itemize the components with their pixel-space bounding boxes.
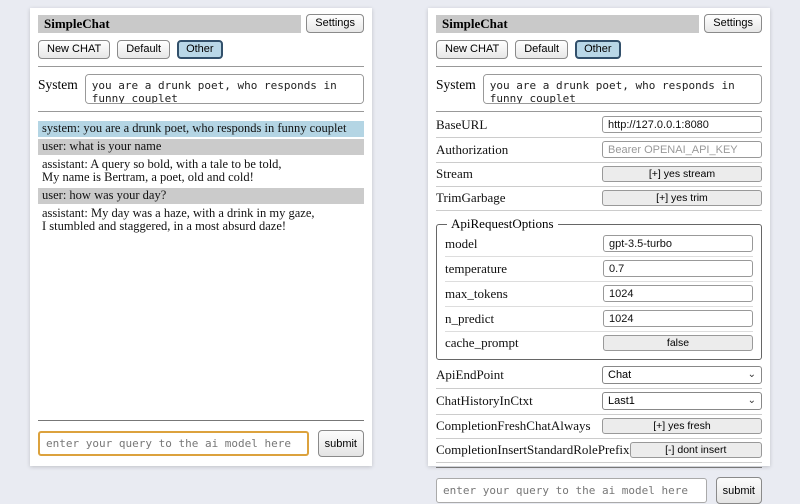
- divider: [38, 111, 364, 112]
- system-prompt-row: System you are a drunk poet, who respond…: [436, 74, 762, 104]
- chat-message-assistant: assistant: A query so bold, with a tale …: [38, 157, 364, 186]
- api-endpoint-selected-value: Chat: [608, 369, 631, 381]
- new-chat-button[interactable]: New CHAT: [436, 40, 508, 59]
- api-request-options-fieldset: ApiRequestOptions model temperature max_…: [436, 216, 762, 360]
- setting-row-completion-insert: CompletionInsertStandardRolePrefix [-] d…: [436, 439, 762, 463]
- chat-panel: SimpleChat Settings New CHAT Default Oth…: [30, 8, 372, 466]
- system-label: System: [38, 74, 78, 93]
- temperature-input[interactable]: [603, 260, 753, 277]
- setting-row-chat-history: ChatHistoryInCtxt Last1 ⌄: [436, 389, 762, 415]
- setting-row-stream: Stream [+] yes stream: [436, 163, 762, 187]
- trimgarbage-toggle-button[interactable]: [+] yes trim: [602, 190, 762, 206]
- settings-panel: SimpleChat Settings New CHAT Default Oth…: [428, 8, 770, 466]
- system-prompt-row: System you are a drunk poet, who respond…: [38, 74, 364, 104]
- new-chat-button[interactable]: New CHAT: [38, 40, 110, 59]
- baseurl-label: BaseURL: [436, 117, 487, 133]
- query-input[interactable]: [38, 431, 309, 456]
- chat-session-tabs: New CHAT Default Other: [436, 40, 762, 59]
- system-label: System: [436, 74, 476, 93]
- completion-fresh-label: CompletionFreshChatAlways: [436, 418, 591, 434]
- chat-history-select[interactable]: Last1 ⌄: [602, 392, 762, 410]
- setting-row-authorization: Authorization: [436, 138, 762, 163]
- chat-history-selected-value: Last1: [608, 395, 635, 407]
- n-predict-input[interactable]: [603, 310, 753, 327]
- setting-row-completion-fresh: CompletionFreshChatAlways [+] yes fresh: [436, 415, 762, 439]
- completion-insert-label: CompletionInsertStandardRolePrefix: [436, 442, 630, 458]
- api-request-options-legend: ApiRequestOptions: [447, 216, 558, 232]
- divider: [436, 111, 762, 112]
- system-prompt-textarea[interactable]: you are a drunk poet, who responds in fu…: [85, 74, 364, 104]
- temperature-label: temperature: [445, 261, 507, 277]
- baseurl-input[interactable]: [602, 116, 762, 133]
- cache-prompt-toggle-button[interactable]: false: [603, 335, 753, 351]
- setting-row-model: model: [445, 232, 753, 257]
- completion-insert-toggle-button[interactable]: [-] dont insert: [630, 442, 762, 458]
- tab-other[interactable]: Other: [177, 40, 223, 59]
- chevron-down-icon: ⌄: [748, 370, 756, 380]
- settings-button[interactable]: Settings: [306, 14, 364, 33]
- chat-message-user: user: what is your name: [38, 139, 364, 155]
- api-endpoint-label: ApiEndPoint: [436, 367, 504, 383]
- max-tokens-input[interactable]: [603, 285, 753, 302]
- setting-row-api-endpoint: ApiEndPoint Chat ⌄: [436, 363, 762, 389]
- tab-default[interactable]: Default: [117, 40, 170, 59]
- header: SimpleChat Settings: [436, 14, 762, 33]
- setting-row-cache-prompt: cache_prompt false: [445, 332, 753, 355]
- chat-message-system: system: you are a drunk poet, who respon…: [38, 121, 364, 137]
- max-tokens-label: max_tokens: [445, 286, 508, 302]
- chat-history-label: ChatHistoryInCtxt: [436, 393, 533, 409]
- header: SimpleChat Settings: [38, 14, 364, 33]
- stream-toggle-button[interactable]: [+] yes stream: [602, 166, 762, 182]
- submit-button[interactable]: submit: [716, 477, 762, 504]
- cache-prompt-label: cache_prompt: [445, 335, 519, 351]
- completion-fresh-toggle-button[interactable]: [+] yes fresh: [602, 418, 762, 434]
- divider: [436, 66, 762, 67]
- chevron-down-icon: ⌄: [748, 396, 756, 406]
- tab-other[interactable]: Other: [575, 40, 621, 59]
- settings-list: BaseURL Authorization Stream [+] yes str…: [436, 113, 762, 463]
- chat-message-user: user: how was your day?: [38, 188, 364, 204]
- chat-message-assistant: assistant: My day was a haze, with a dri…: [38, 206, 364, 235]
- setting-row-trimgarbage: TrimGarbage [+] yes trim: [436, 187, 762, 211]
- chat-log: system: you are a drunk poet, who respon…: [38, 121, 364, 416]
- n-predict-label: n_predict: [445, 311, 494, 327]
- app-title: SimpleChat: [436, 15, 699, 33]
- system-prompt-textarea[interactable]: you are a drunk poet, who responds in fu…: [483, 74, 762, 104]
- submit-button[interactable]: submit: [318, 430, 364, 457]
- trimgarbage-label: TrimGarbage: [436, 190, 506, 206]
- model-input[interactable]: [603, 235, 753, 252]
- settings-button[interactable]: Settings: [704, 14, 762, 33]
- app-title: SimpleChat: [38, 15, 301, 33]
- setting-row-baseurl: BaseURL: [436, 113, 762, 138]
- divider: [38, 66, 364, 67]
- model-label: model: [445, 236, 478, 252]
- query-row: submit: [38, 420, 364, 457]
- query-input[interactable]: [436, 478, 707, 503]
- stream-label: Stream: [436, 166, 473, 182]
- authorization-label: Authorization: [436, 142, 508, 158]
- api-endpoint-select[interactable]: Chat ⌄: [602, 366, 762, 384]
- setting-row-n-predict: n_predict: [445, 307, 753, 332]
- chat-session-tabs: New CHAT Default Other: [38, 40, 364, 59]
- authorization-input[interactable]: [602, 141, 762, 158]
- query-row: submit: [436, 467, 762, 504]
- tab-default[interactable]: Default: [515, 40, 568, 59]
- setting-row-temperature: temperature: [445, 257, 753, 282]
- setting-row-max-tokens: max_tokens: [445, 282, 753, 307]
